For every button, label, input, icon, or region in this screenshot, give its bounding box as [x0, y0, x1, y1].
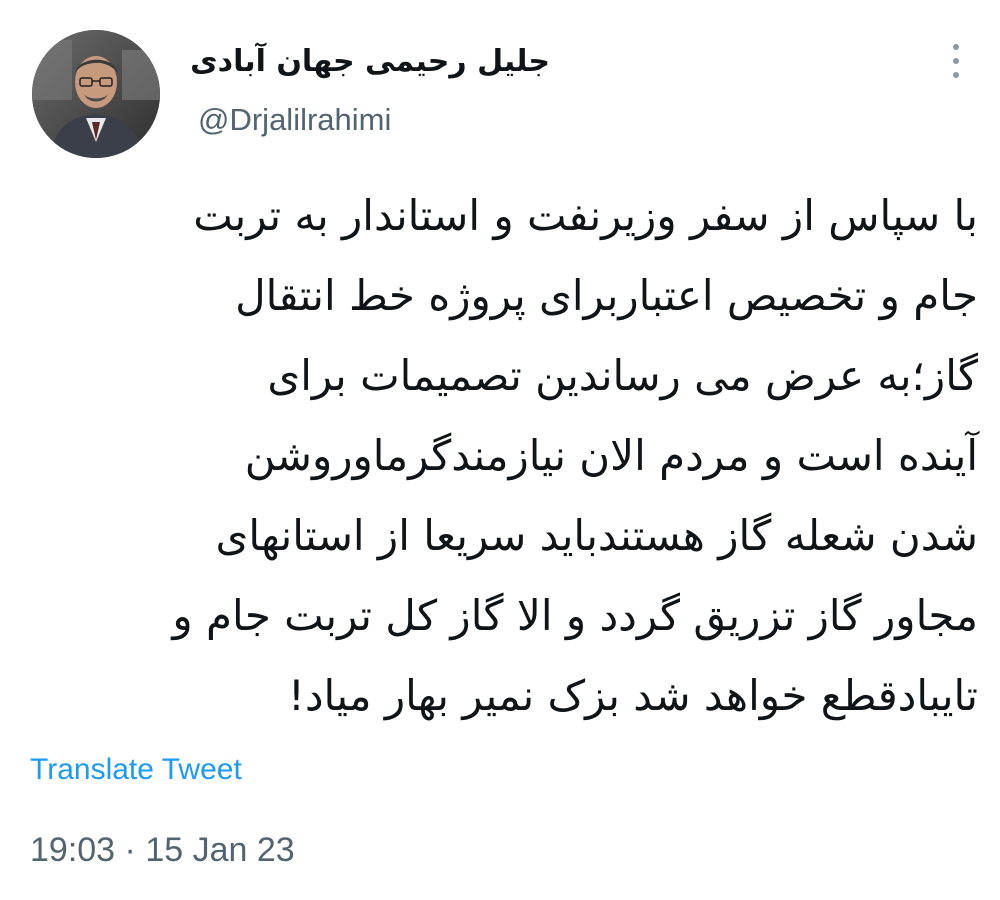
user-handle[interactable]: @Drjalilrahimi [198, 100, 391, 140]
avatar-photo-icon [32, 30, 160, 158]
tweet-line: با سپاس از سفر وزیرنفت و استاندار به ترب… [193, 191, 978, 240]
tweet-line: شدن شعله گاز هستندباید سریعا از استانهای [215, 511, 978, 560]
tweet-line: تایبادقطع خواهد شد بزک نمیر بهار میاد! [287, 671, 978, 720]
meta-separator: · [124, 831, 136, 869]
tweet-date: 15 Jan 23 [145, 831, 295, 869]
display-name[interactable]: جلیل رحیمی جهان آبادی [190, 42, 550, 82]
tweet-card: جلیل رحیمی جهان آبادی @Drjalilrahimi با … [0, 0, 1000, 900]
tweet-line: مجاور گاز تزریق گردد و الا گاز کل تربت ج… [172, 591, 978, 640]
tweet-line: گاز؛به عرض می رساندین تصمیمات برای [267, 351, 978, 400]
avatar[interactable] [32, 30, 160, 158]
more-vertical-icon[interactable] [944, 44, 968, 86]
tweet-text: با سپاس از سفر وزیرنفت و استاندار به ترب… [28, 176, 978, 736]
tweet-time: 19:03 [30, 831, 116, 869]
translate-tweet-link[interactable]: Translate Tweet [30, 750, 242, 790]
tweet-line: آینده است و مردم الان نیازمندگرماوروشن [244, 431, 978, 480]
tweet-line: جام و تخصیص اعتباربرای پروژه خط انتقال [235, 271, 978, 320]
tweet-timestamp[interactable]: 19:03 · 15 Jan 23 [30, 830, 295, 870]
